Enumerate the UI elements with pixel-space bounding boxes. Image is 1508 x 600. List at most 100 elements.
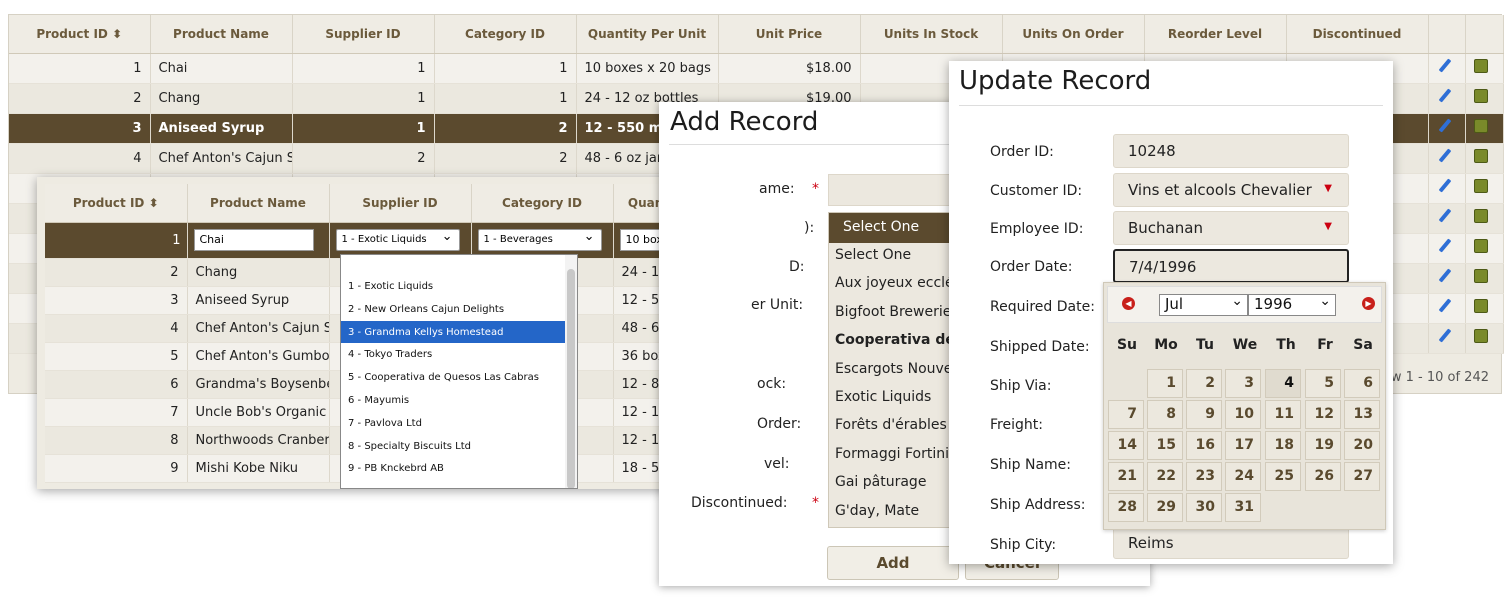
- calendar-day[interactable]: 31: [1225, 493, 1261, 522]
- calendar-day[interactable]: 25: [1265, 462, 1301, 491]
- prev-month-icon[interactable]: ◀: [1122, 297, 1135, 310]
- calendar-day[interactable]: 27: [1344, 462, 1380, 491]
- calendar-day[interactable]: 3: [1225, 369, 1261, 398]
- col-header-discontinued[interactable]: Discontinued: [1286, 15, 1429, 54]
- ship-city-field[interactable]: Reims: [1113, 527, 1349, 559]
- calendar-day[interactable]: 18: [1265, 431, 1301, 460]
- trash-icon[interactable]: [1473, 89, 1488, 103]
- pencil-icon[interactable]: [1437, 299, 1451, 313]
- field-label: Discontinued:: [691, 495, 788, 511]
- next-month-icon[interactable]: ▶: [1362, 297, 1375, 310]
- col-header-quantity-per-unit[interactable]: Quantity Per Unit: [576, 15, 719, 54]
- calendar-day[interactable]: 11: [1265, 400, 1301, 429]
- col-header-product-name[interactable]: Product Name: [150, 15, 293, 54]
- trash-icon[interactable]: [1473, 299, 1488, 313]
- dropdown-option[interactable]: 9 - PB Knckebrd AB: [341, 457, 577, 480]
- supplier-dropdown-list[interactable]: 1 - Exotic Liquids 2 - New Orleans Cajun…: [340, 254, 578, 489]
- add-button[interactable]: Add: [827, 546, 959, 580]
- month-select[interactable]: Jul: [1159, 293, 1248, 316]
- dropdown-option[interactable]: 2 - New Orleans Cajun Delights: [341, 298, 577, 321]
- customer-select[interactable]: Vins et alcools Chevalier ▼: [1113, 173, 1349, 207]
- trash-icon[interactable]: [1473, 149, 1488, 163]
- category-select[interactable]: 1 - Beverages: [477, 229, 602, 251]
- pencil-icon[interactable]: [1437, 329, 1451, 343]
- calendar-day-selected[interactable]: 4: [1265, 369, 1301, 398]
- pager-info: ew 1 - 10 of 242: [1382, 370, 1489, 385]
- dropdown-option[interactable]: 4 - Tokyo Traders: [341, 343, 577, 366]
- col-header-product-id[interactable]: Product ID ⬍: [9, 15, 151, 54]
- dropdown-option[interactable]: 5 - Cooperativa de Quesos Las Cabras: [341, 366, 577, 389]
- calendar-day[interactable]: 13: [1344, 400, 1380, 429]
- calendar-day[interactable]: 7: [1108, 400, 1144, 429]
- calendar-day[interactable]: 26: [1305, 462, 1341, 491]
- col-header-product-id[interactable]: Product ID ⬍: [45, 184, 188, 223]
- field-label: vel:: [764, 456, 790, 472]
- calendar-day[interactable]: 22: [1147, 462, 1183, 491]
- trash-icon[interactable]: [1473, 179, 1488, 193]
- dropdown-option[interactable]: 1 - Exotic Liquids: [341, 275, 577, 298]
- col-header-units-in-stock[interactable]: Units In Stock: [860, 15, 1003, 54]
- calendar-day[interactable]: 20: [1344, 431, 1380, 460]
- employee-select[interactable]: Buchanan ▼: [1113, 211, 1349, 245]
- dropdown-option[interactable]: 7 - Pavlova Ltd: [341, 412, 577, 435]
- pencil-icon[interactable]: [1437, 119, 1451, 133]
- field-label: Ship City:: [990, 537, 1057, 553]
- col-header-units-on-order[interactable]: Units On Order: [1002, 15, 1145, 54]
- dropdown-scrollbar[interactable]: [565, 255, 577, 488]
- calendar-day[interactable]: 12: [1305, 400, 1341, 429]
- calendar-day[interactable]: 14: [1108, 431, 1144, 460]
- trash-icon[interactable]: [1473, 239, 1488, 253]
- calendar-day[interactable]: 28: [1108, 493, 1144, 522]
- col-header-category-id[interactable]: Category ID: [471, 184, 614, 223]
- pencil-icon[interactable]: [1437, 149, 1451, 163]
- year-select[interactable]: 1996: [1248, 293, 1336, 316]
- weekday-label: We: [1232, 337, 1258, 353]
- col-header-supplier-id[interactable]: Supplier ID: [292, 15, 435, 54]
- calendar-day[interactable]: 1: [1147, 369, 1183, 398]
- order-id-field[interactable]: 10248: [1113, 134, 1349, 168]
- calendar-day[interactable]: 24: [1225, 462, 1261, 491]
- calendar-day[interactable]: 17: [1225, 431, 1261, 460]
- calendar-day[interactable]: 21: [1108, 462, 1144, 491]
- pencil-icon[interactable]: [1437, 89, 1451, 103]
- calendar-day[interactable]: 10: [1225, 400, 1261, 429]
- scrollbar-thumb[interactable]: [567, 269, 575, 488]
- pencil-icon[interactable]: [1437, 59, 1451, 73]
- calendar-day[interactable]: 23: [1186, 462, 1222, 491]
- calendar-day[interactable]: 2: [1186, 369, 1222, 398]
- calendar-day[interactable]: 30: [1186, 493, 1222, 522]
- col-header-reorder-level[interactable]: Reorder Level: [1144, 15, 1287, 54]
- order-date-field[interactable]: 7/4/1996: [1113, 249, 1349, 283]
- col-header-category-id[interactable]: Category ID: [434, 15, 577, 54]
- dropdown-option[interactable]: 6 - Mayumis: [341, 389, 577, 412]
- field-label: Customer ID:: [990, 183, 1083, 199]
- trash-icon[interactable]: [1473, 269, 1488, 283]
- weekday-label: Fr: [1317, 337, 1333, 353]
- calendar-day[interactable]: 6: [1344, 369, 1380, 398]
- calendar-day[interactable]: 9: [1186, 400, 1222, 429]
- col-header-unit-price[interactable]: Unit Price: [718, 15, 861, 54]
- product-name-input[interactable]: Chai: [193, 229, 314, 251]
- calendar-day[interactable]: 29: [1147, 493, 1183, 522]
- trash-icon[interactable]: [1473, 329, 1488, 343]
- calendar-day[interactable]: 8: [1147, 400, 1183, 429]
- pencil-icon[interactable]: [1437, 209, 1451, 223]
- trash-icon[interactable]: [1473, 209, 1488, 223]
- pencil-icon[interactable]: [1437, 179, 1451, 193]
- col-header-supplier-id[interactable]: Supplier ID: [329, 184, 472, 223]
- calendar-day[interactable]: 15: [1147, 431, 1183, 460]
- dropdown-option[interactable]: 8 - Specialty Biscuits Ltd: [341, 435, 577, 458]
- trash-icon[interactable]: [1473, 119, 1488, 133]
- dropdown-option-highlighted[interactable]: 3 - Grandma Kellys Homestead: [341, 320, 577, 344]
- calendar-day[interactable]: 16: [1186, 431, 1222, 460]
- calendar-day[interactable]: 5: [1305, 369, 1341, 398]
- cell-product-name: Chang: [187, 258, 330, 287]
- cell-product-id: 3: [9, 113, 151, 144]
- calendar-day[interactable]: 19: [1305, 431, 1341, 460]
- pencil-icon[interactable]: [1437, 239, 1451, 253]
- cell-product-id: 4: [9, 143, 151, 174]
- pencil-icon[interactable]: [1437, 269, 1451, 283]
- trash-icon[interactable]: [1473, 59, 1488, 73]
- col-header-product-name[interactable]: Product Name: [187, 184, 330, 223]
- supplier-select[interactable]: 1 - Exotic Liquids: [335, 229, 460, 251]
